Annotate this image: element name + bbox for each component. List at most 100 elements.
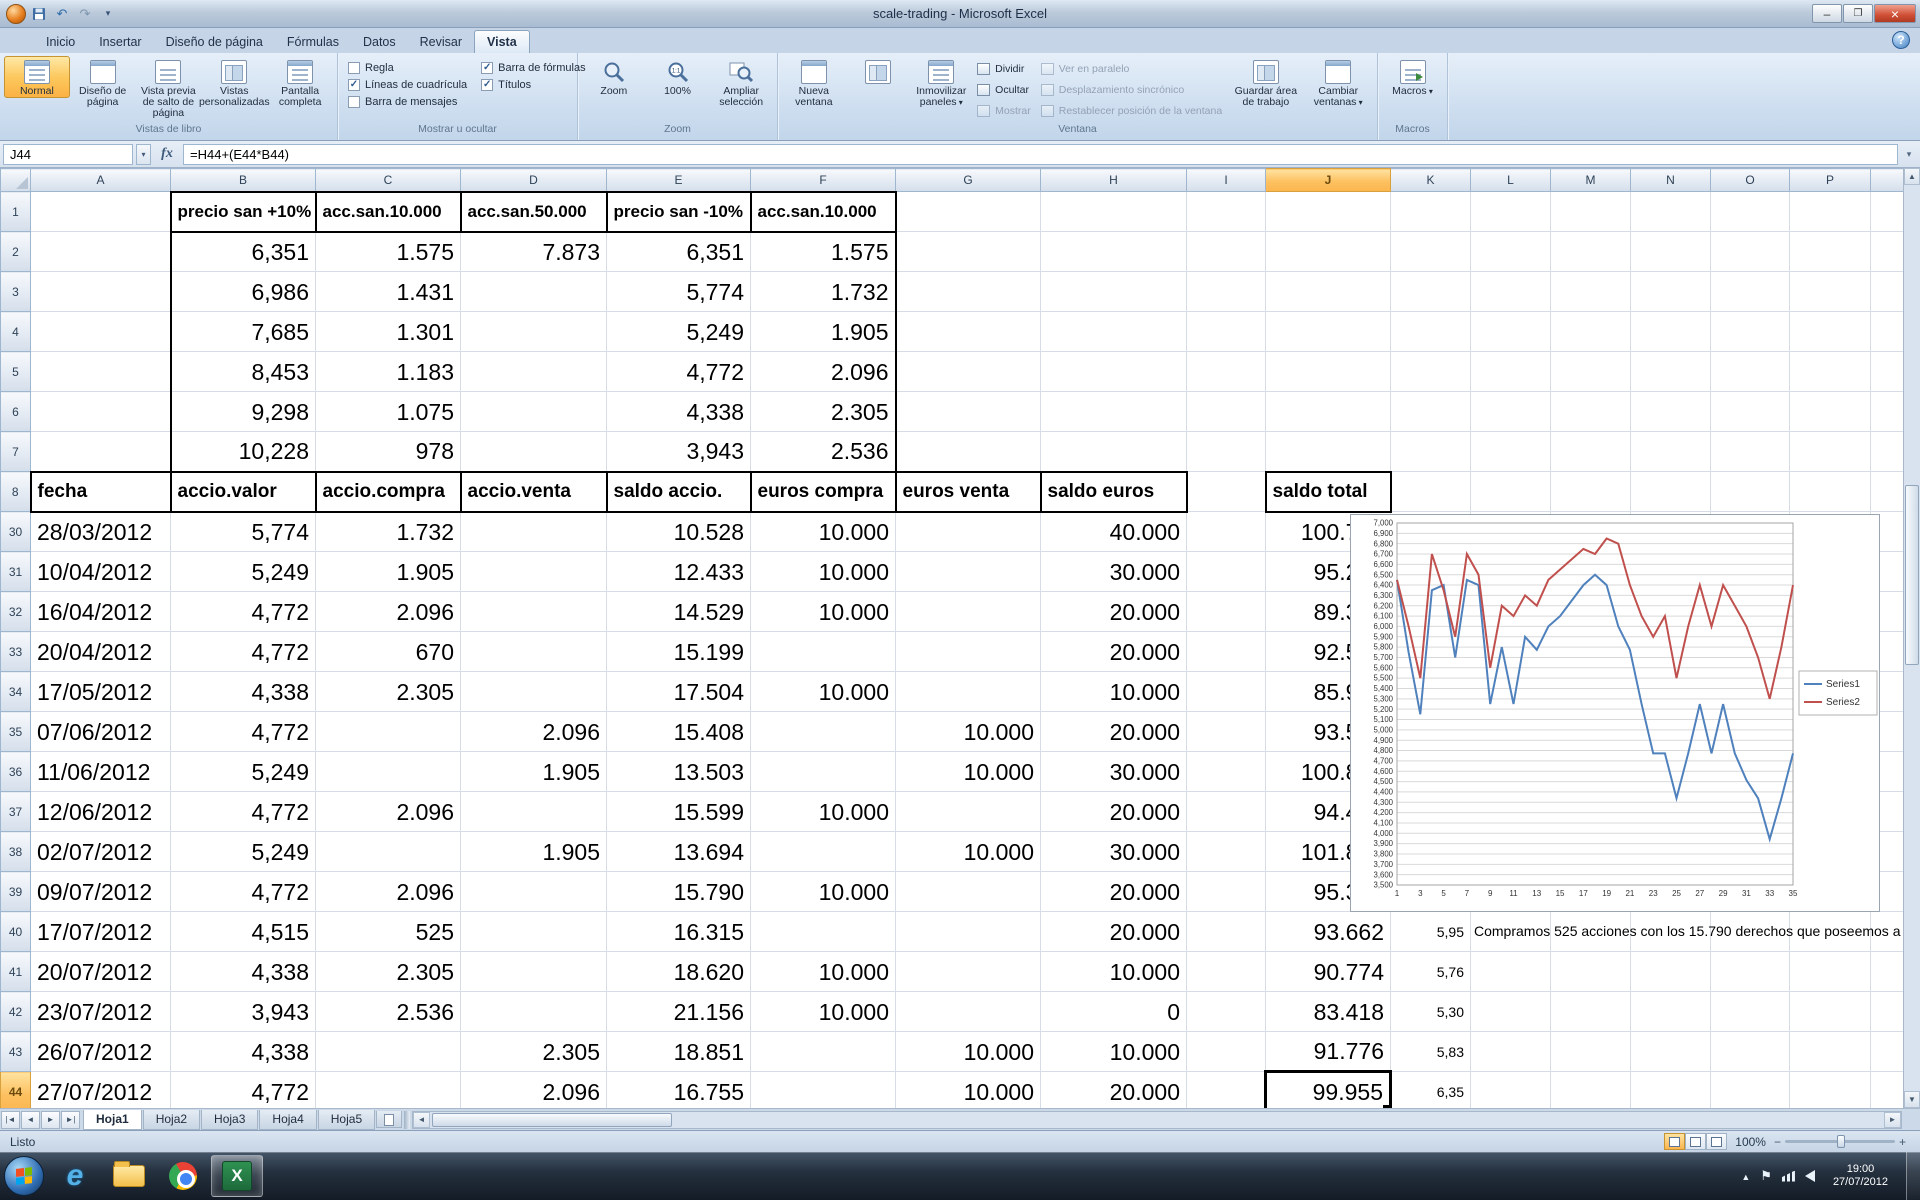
cell-I5[interactable]: [1187, 352, 1266, 392]
cell-B38[interactable]: 5,249: [171, 832, 316, 872]
cell-H41[interactable]: 10.000: [1041, 952, 1187, 992]
cell-G5[interactable]: [896, 352, 1041, 392]
maximize-button[interactable]: [1843, 4, 1873, 23]
cell-H42[interactable]: 0: [1041, 992, 1187, 1032]
cell-E40[interactable]: 16.315: [607, 912, 751, 952]
cell-J5[interactable]: [1266, 352, 1391, 392]
column-header-H[interactable]: H: [1041, 169, 1187, 192]
checkbox-titulos[interactable]: Títulos: [481, 79, 585, 91]
cell-J1[interactable]: [1266, 192, 1391, 232]
cell-N1[interactable]: [1631, 192, 1711, 232]
cell-G39[interactable]: [896, 872, 1041, 912]
cell-C31[interactable]: 1.905: [316, 552, 461, 592]
cell-F41[interactable]: 10.000: [751, 952, 896, 992]
cell-H7[interactable]: [1041, 432, 1187, 472]
cell-F33[interactable]: [751, 632, 896, 672]
cell-G42[interactable]: [896, 992, 1041, 1032]
checkbox-regla[interactable]: Regla: [348, 62, 467, 74]
cell-K1[interactable]: [1391, 192, 1471, 232]
cell-C41[interactable]: 2.305: [316, 952, 461, 992]
cell-L6[interactable]: [1471, 392, 1551, 432]
cell-H44[interactable]: 20.000: [1041, 1072, 1187, 1109]
cell-I44[interactable]: [1187, 1072, 1266, 1109]
cell-I37[interactable]: [1187, 792, 1266, 832]
action-center-icon[interactable]: [1760, 1167, 1772, 1185]
cell-G1[interactable]: [896, 192, 1041, 232]
cell-J2[interactable]: [1266, 232, 1391, 272]
cell-B30[interactable]: 5,774: [171, 512, 316, 552]
column-header-A[interactable]: A: [31, 169, 171, 192]
cell-E41[interactable]: 18.620: [607, 952, 751, 992]
cell-A34[interactable]: 17/05/2012: [31, 672, 171, 712]
row-header-4[interactable]: 4: [1, 312, 31, 352]
cell-N44[interactable]: [1631, 1072, 1711, 1109]
cell-F31[interactable]: 10.000: [751, 552, 896, 592]
cell-P4[interactable]: [1790, 312, 1871, 352]
cell-H38[interactable]: 30.000: [1041, 832, 1187, 872]
qat-customize-button[interactable]: [98, 5, 118, 23]
cell-D36[interactable]: 1.905: [461, 752, 607, 792]
cell-K44[interactable]: 6,35: [1391, 1072, 1471, 1109]
cell-N8[interactable]: [1631, 472, 1711, 512]
row-header-31[interactable]: 31: [1, 552, 31, 592]
column-header-E[interactable]: E: [607, 169, 751, 192]
cell-I1[interactable]: [1187, 192, 1266, 232]
cell-G32[interactable]: [896, 592, 1041, 632]
row-header-44[interactable]: 44: [1, 1072, 31, 1109]
checkbox-lineas-de-cuadricula[interactable]: Líneas de cuadrícula: [348, 79, 467, 91]
horizontal-scroll-thumb[interactable]: [432, 1113, 672, 1127]
cell-O1[interactable]: [1711, 192, 1790, 232]
cell-F44[interactable]: [751, 1072, 896, 1109]
cell-A40[interactable]: 17/07/2012: [31, 912, 171, 952]
cell-A41[interactable]: 20/07/2012: [31, 952, 171, 992]
cell-E6[interactable]: 4,338: [607, 392, 751, 432]
cell-A4[interactable]: [31, 312, 171, 352]
name-box-dropdown[interactable]: ▾: [136, 144, 151, 165]
cell-K5[interactable]: [1391, 352, 1471, 392]
cell-D6[interactable]: [461, 392, 607, 432]
close-button[interactable]: [1874, 4, 1916, 23]
cell-N42[interactable]: [1631, 992, 1711, 1032]
page-layout-view-toggle[interactable]: [1685, 1133, 1706, 1150]
cell-E34[interactable]: 17.504: [607, 672, 751, 712]
cell-D3[interactable]: [461, 272, 607, 312]
cell-P44[interactable]: [1790, 1072, 1871, 1109]
arrange-all-button[interactable]: [846, 56, 910, 87]
new-window-button[interactable]: Nueva ventana: [782, 56, 846, 109]
cell-M4[interactable]: [1551, 312, 1631, 352]
cell-K43[interactable]: 5,83: [1391, 1032, 1471, 1072]
cell-F4[interactable]: 1.905: [751, 312, 896, 352]
cell-B32[interactable]: 4,772: [171, 592, 316, 632]
column-header-B[interactable]: B: [171, 169, 316, 192]
cell-O6[interactable]: [1711, 392, 1790, 432]
cell-M5[interactable]: [1551, 352, 1631, 392]
column-header-P[interactable]: P: [1790, 169, 1871, 192]
cell-C37[interactable]: 2.096: [316, 792, 461, 832]
row-header-32[interactable]: 32: [1, 592, 31, 632]
cell-G40[interactable]: [896, 912, 1041, 952]
cell-A32[interactable]: 16/04/2012: [31, 592, 171, 632]
column-header-G[interactable]: G: [896, 169, 1041, 192]
column-header-K[interactable]: K: [1391, 169, 1471, 192]
cell-K8[interactable]: [1391, 472, 1471, 512]
taskbar-clock[interactable]: 19:00 27/07/2012: [1825, 1163, 1896, 1189]
cell-M44[interactable]: [1551, 1072, 1631, 1109]
cell-G2[interactable]: [896, 232, 1041, 272]
cell-J3[interactable]: [1266, 272, 1391, 312]
cell-D37[interactable]: [461, 792, 607, 832]
cell-E33[interactable]: 15.199: [607, 632, 751, 672]
cell-B39[interactable]: 4,772: [171, 872, 316, 912]
scroll-up-button[interactable]: [1904, 168, 1920, 185]
cell-P41[interactable]: [1790, 952, 1871, 992]
cell-E1[interactable]: precio san -10%: [607, 192, 751, 232]
cell-A30[interactable]: 28/03/2012: [31, 512, 171, 552]
cell-A37[interactable]: 12/06/2012: [31, 792, 171, 832]
cell-E5[interactable]: 4,772: [607, 352, 751, 392]
cell-C44[interactable]: [316, 1072, 461, 1109]
split-button[interactable]: Dividir: [977, 60, 1031, 78]
cell-K41[interactable]: 5,76: [1391, 952, 1471, 992]
cell-B40[interactable]: 4,515: [171, 912, 316, 952]
cell-C36[interactable]: [316, 752, 461, 792]
cell-C2[interactable]: 1.575: [316, 232, 461, 272]
row-header-33[interactable]: 33: [1, 632, 31, 672]
